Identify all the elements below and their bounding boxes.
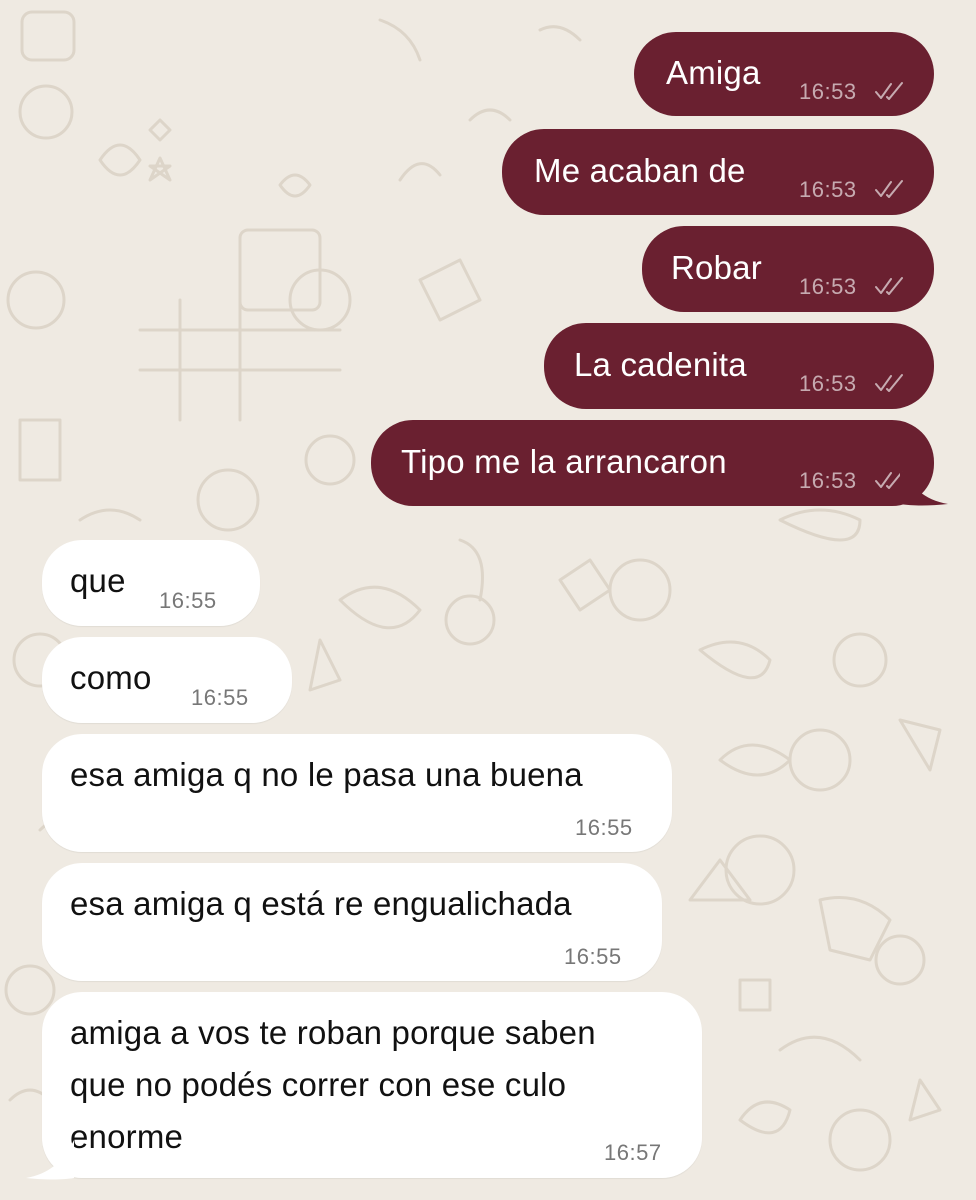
message-text: esa amiga q no le pasa una buena: [70, 756, 583, 793]
message-text: Amiga: [666, 54, 761, 91]
incoming-message[interactable]: esa amiga q está re engualichada 16:55: [42, 863, 662, 981]
message-text: amiga a vos te roban porque saben que no…: [70, 1014, 596, 1155]
message-time: 16:53: [799, 468, 857, 493]
message-text: Tipo me la arrancaron: [401, 443, 727, 480]
outgoing-message[interactable]: Amiga 16:53: [634, 32, 934, 116]
message-time: 16:55: [575, 815, 633, 840]
message-text: Robar: [671, 249, 762, 286]
double-check-icon: [875, 82, 903, 100]
outgoing-message[interactable]: Me acaban de 16:53: [502, 129, 934, 215]
message-time: 16:53: [799, 79, 857, 104]
message-time: 16:53: [799, 371, 857, 396]
double-check-icon: [875, 180, 903, 198]
message-text: La cadenita: [574, 346, 747, 383]
incoming-message[interactable]: amiga a vos te roban porque saben que no…: [42, 992, 702, 1178]
bubble-tail: [26, 1140, 74, 1180]
message-text: Me acaban de: [534, 152, 746, 189]
outgoing-message[interactable]: La cadenita 16:53: [544, 323, 934, 409]
outgoing-message[interactable]: Tipo me la arrancaron 16:53: [371, 420, 934, 506]
message-text: que: [70, 562, 126, 599]
message-time: 16:57: [604, 1140, 662, 1165]
message-text: como: [70, 659, 152, 696]
incoming-message[interactable]: que 16:55: [42, 540, 260, 626]
double-check-icon: [875, 374, 903, 392]
incoming-message[interactable]: esa amiga q no le pasa una buena 16:55: [42, 734, 672, 852]
message-text: esa amiga q está re engualichada: [70, 885, 572, 922]
message-time: 16:55: [159, 588, 217, 613]
bubble-tail: [900, 466, 948, 506]
message-time: 16:55: [191, 685, 249, 710]
message-time: 16:53: [799, 177, 857, 202]
incoming-message[interactable]: como 16:55: [42, 637, 292, 723]
message-time: 16:53: [799, 274, 857, 299]
message-time: 16:55: [564, 944, 622, 969]
double-check-icon: [875, 277, 903, 295]
outgoing-message[interactable]: Robar 16:53: [642, 226, 934, 312]
